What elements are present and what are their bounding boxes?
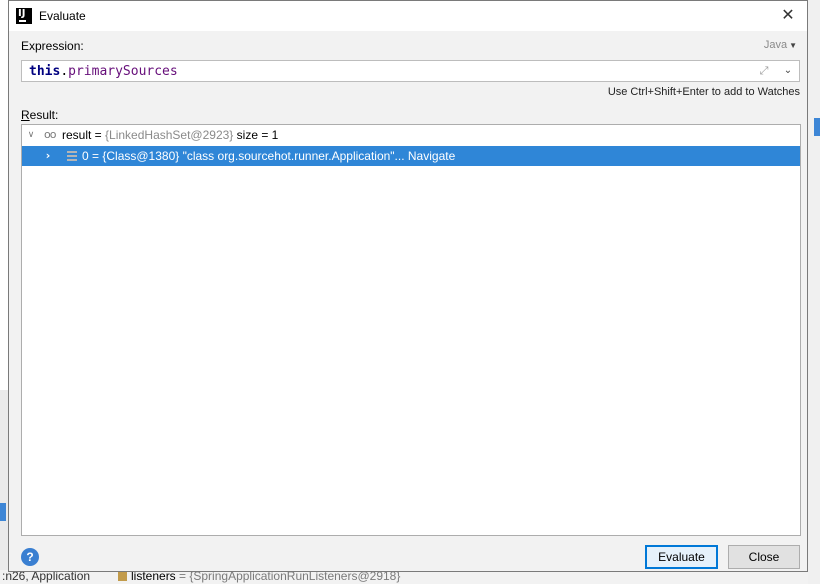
chevron-down-icon: ▼	[789, 41, 797, 50]
expression-code[interactable]: this.primarySources	[29, 64, 178, 79]
help-icon[interactable]: ?	[21, 548, 39, 566]
tree-row-text: result = {LinkedHashSet@2923} size = 1	[62, 128, 279, 142]
list-entry-icon	[67, 151, 77, 161]
result-label: Result:	[21, 108, 59, 122]
expand-editor-icon[interactable]: ⤢	[757, 64, 771, 78]
field-icon	[118, 572, 127, 581]
expression-label: Expression:	[21, 39, 84, 53]
window-title: Evaluate	[39, 9, 86, 23]
evaluate-dialog: IJ Evaluate ✕ Expression: Java ▼ this.pri…	[8, 0, 808, 572]
watches-hint: Use Ctrl+Shift+Enter to add to Watches	[607, 86, 800, 98]
background-ide-right	[808, 0, 820, 584]
evaluate-button[interactable]: Evaluate	[645, 545, 718, 569]
tree-row-child-selected[interactable]: › 0 = {Class@1380} "class org.sourcehot.…	[22, 146, 800, 166]
background-ide-bottom: :n26, Application listeners = {SpringApp…	[0, 570, 808, 584]
close-window-icon[interactable]: ✕	[779, 6, 797, 24]
intellij-app-icon: IJ	[16, 8, 32, 24]
tree-row-text: 0 = {Class@1380} "class org.sourcehot.ru…	[82, 149, 456, 163]
background-marker	[814, 118, 820, 136]
close-button[interactable]: Close	[728, 545, 800, 569]
background-marker	[0, 503, 6, 521]
history-dropdown-icon[interactable]: ⌄	[781, 63, 795, 79]
expression-input[interactable]: this.primarySources ⤢ ⌄	[21, 60, 800, 82]
expand-chevron-icon[interactable]: ›	[42, 148, 54, 164]
watch-glasses-icon: oo	[44, 128, 57, 141]
tree-row-root[interactable]: ∨ oo result = {LinkedHashSet@2923} size …	[22, 125, 800, 145]
language-selector[interactable]: Java ▼	[764, 39, 797, 51]
collapse-chevron-icon[interactable]: ∨	[25, 127, 37, 143]
title-bar[interactable]: IJ Evaluate ✕	[9, 1, 807, 31]
result-tree[interactable]: ∨ oo result = {LinkedHashSet@2923} size …	[21, 124, 801, 536]
